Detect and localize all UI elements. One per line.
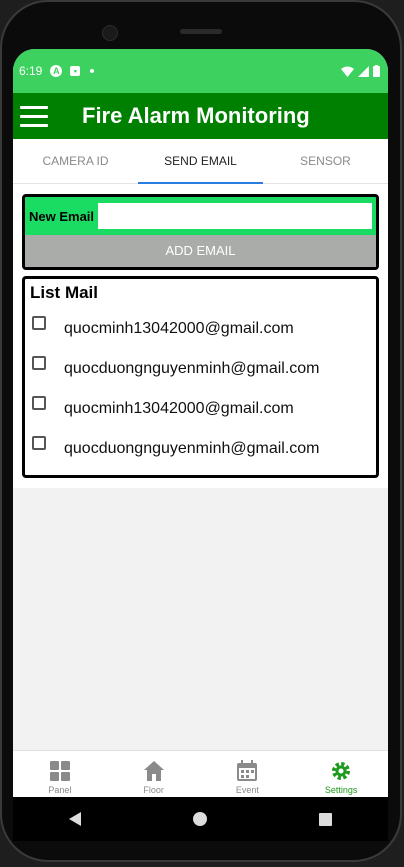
mail-address: quocminh13042000@gmail.com [64,400,294,417]
tab-sensor[interactable]: SENSOR [263,139,388,183]
battery-icon [373,65,380,77]
bottom-navigation: Panel Floor Event Settings [13,750,388,797]
app-bar: Fire Alarm Monitoring [13,93,388,139]
mail-checkbox[interactable] [32,316,46,330]
new-email-input[interactable] [98,203,372,229]
speaker-grille [180,29,222,34]
status-time: 6:19 [19,64,43,78]
nav-event-label: Event [235,785,259,795]
grid-icon [49,761,70,781]
back-icon[interactable] [69,812,81,826]
home-button-icon[interactable] [193,812,207,826]
tab-send-email[interactable]: SEND EMAIL [138,139,263,183]
recent-apps-icon[interactable] [319,812,332,826]
calendar-icon [237,760,258,781]
tab-bar: CAMERA ID SEND EMAIL SENSOR [13,139,388,184]
new-email-row: New Email [25,197,376,235]
menu-icon[interactable] [20,105,48,127]
signal-icon [358,65,369,77]
add-email-button[interactable]: ADD EMAIL [25,235,376,267]
mail-checkbox[interactable] [32,436,46,450]
front-camera [102,25,118,41]
phone-frame: 6:19 A ▪ Fire Alarm Monitoring CAMERA ID… [0,0,402,862]
list-item: quocduongnguyenminh@gmail.com [30,429,371,469]
mail-list-title: List Mail [30,283,99,302]
notification-icon: ▪ [70,66,81,76]
app-title: Fire Alarm Monitoring [82,103,310,128]
mail-list: List Mail quocminh13042000@gmail.com quo… [22,276,379,478]
dot-icon [90,69,95,73]
nav-event[interactable]: Event [201,751,295,797]
mail-address: quocduongnguyenminh@gmail.com [64,440,320,457]
tab-indicator [138,182,263,184]
mail-checkbox[interactable] [32,396,46,410]
send-email-panel: New Email ADD EMAIL List Mail quocminh13… [13,184,388,488]
list-item: quocminh13042000@gmail.com [30,309,371,349]
system-nav-bar [13,797,388,841]
nav-floor[interactable]: Floor [107,751,201,797]
app-screen: 6:19 A ▪ Fire Alarm Monitoring CAMERA ID… [13,49,388,797]
gear-icon [332,762,351,780]
nav-floor-label: Floor [143,785,164,795]
wifi-icon [341,66,354,77]
a-icon: A [50,65,63,77]
list-item: quocduongnguyenminh@gmail.com [30,349,371,389]
list-item: quocminh13042000@gmail.com [30,389,371,429]
nav-settings[interactable]: Settings [294,751,388,797]
new-email-label: New Email [29,208,95,224]
mail-checkbox[interactable] [32,356,46,370]
new-email-form: New Email ADD EMAIL [22,194,379,270]
mail-address: quocminh13042000@gmail.com [64,320,294,337]
home-icon [143,761,164,781]
nav-panel-label: Panel [48,785,72,795]
nav-settings-label: Settings [324,785,358,795]
mail-address: quocduongnguyenminh@gmail.com [64,360,320,377]
tab-camera-id[interactable]: CAMERA ID [13,139,138,183]
status-bar: 6:19 A ▪ [13,49,388,93]
nav-panel[interactable]: Panel [13,751,107,797]
status-right-icons [341,65,380,77]
